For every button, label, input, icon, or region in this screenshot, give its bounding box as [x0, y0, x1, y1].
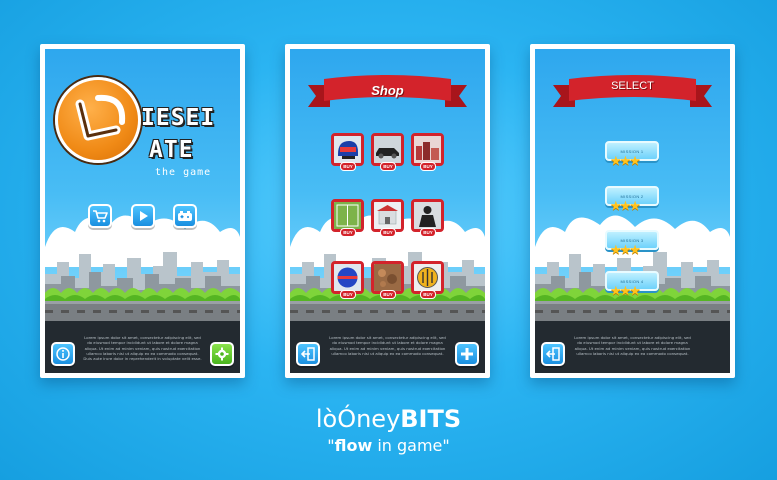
brand-name-part-1: lòÓney	[315, 405, 401, 433]
exit-icon	[546, 347, 560, 361]
figure-thumbnail	[414, 202, 441, 229]
shop-button[interactable]	[88, 204, 112, 228]
buy-button[interactable]: BUY	[380, 228, 396, 237]
add-button[interactable]	[455, 342, 479, 366]
brand-tagline: "flow in game"	[0, 436, 777, 455]
play-button[interactable]	[131, 204, 155, 228]
description-text: Lorem ipsum dolor sit amet, consectetur …	[329, 335, 446, 356]
buy-button[interactable]: BUY	[420, 290, 436, 299]
main-menu-screen: IESEI ATE the game Lorem ipsum dolor sit…	[40, 44, 245, 378]
logo-word-2: ATE	[149, 137, 194, 163]
play-icon	[140, 211, 148, 221]
level-stars: ★★★	[610, 153, 641, 168]
city-thumbnail	[414, 136, 441, 163]
buy-button[interactable]: BUY	[340, 162, 356, 171]
plus-icon	[461, 348, 473, 360]
logo-mark-icon	[75, 94, 126, 141]
brand-logo: lòÓneyBITS	[0, 405, 777, 433]
brand-name-part-2: BITS	[400, 405, 462, 433]
description-text: Lorem ipsum dolor sit amet, consectetur …	[83, 335, 202, 362]
gear-icon	[215, 347, 229, 361]
level-stars: ★★★	[610, 283, 641, 298]
road	[535, 301, 730, 321]
select-title: SELECT	[611, 80, 654, 92]
logo-subtitle: the game	[155, 167, 212, 178]
gamepad-icon	[178, 211, 192, 221]
logo-emblem	[55, 77, 141, 163]
info-icon	[56, 347, 70, 361]
buy-button[interactable]: BUY	[340, 228, 356, 237]
tagline-rest: in game"	[372, 436, 450, 455]
field-thumbnail	[334, 202, 361, 229]
buy-button[interactable]: BUY	[420, 162, 436, 171]
helmet-thumbnail	[334, 136, 361, 163]
buy-button[interactable]: BUY	[340, 290, 356, 299]
back-button[interactable]	[541, 342, 565, 366]
shop-title: Shop	[371, 83, 404, 98]
main-menu-canvas: IESEI ATE the game Lorem ipsum dolor sit…	[45, 49, 240, 373]
back-button[interactable]	[296, 342, 320, 366]
buy-button[interactable]: BUY	[420, 228, 436, 237]
level-stars: ★★★	[610, 242, 641, 257]
select-screen: SELECT MISSION 1 ★★★ MISSION 2 ★★★ MISSION 3…	[530, 44, 735, 378]
tagline-bold: flow	[334, 436, 373, 455]
buy-button[interactable]: BUY	[380, 290, 396, 299]
info-button[interactable]	[51, 342, 75, 366]
level-stars: ★★★	[610, 198, 641, 213]
description-text: Lorem ipsum dolor sit amet, consectetur …	[574, 335, 691, 356]
exit-icon	[301, 347, 315, 361]
settings-button[interactable]	[210, 342, 234, 366]
shop-canvas: Shop BUY BUY BUY BUY BUY BUY BUY BUY BUY Lorem i…	[290, 49, 485, 373]
shop-screen: Shop BUY BUY BUY BUY BUY BUY BUY BUY BUY Lorem i…	[285, 44, 490, 378]
road	[45, 301, 240, 321]
car-thumbnail	[374, 136, 401, 163]
cart-icon	[93, 210, 108, 223]
buy-button[interactable]: BUY	[380, 162, 396, 171]
controls-button[interactable]	[173, 204, 197, 228]
logo-word-1: IESEI	[141, 105, 216, 131]
grid-thumbnail	[414, 264, 441, 291]
rocks-thumbnail	[374, 264, 401, 291]
road	[290, 301, 485, 321]
title-ribbon	[553, 75, 712, 107]
tagline-open-quote: "	[327, 436, 335, 455]
ball-thumbnail	[334, 264, 361, 291]
select-canvas: SELECT MISSION 1 ★★★ MISSION 2 ★★★ MISSION 3…	[535, 49, 730, 373]
building-thumbnail	[374, 202, 401, 229]
